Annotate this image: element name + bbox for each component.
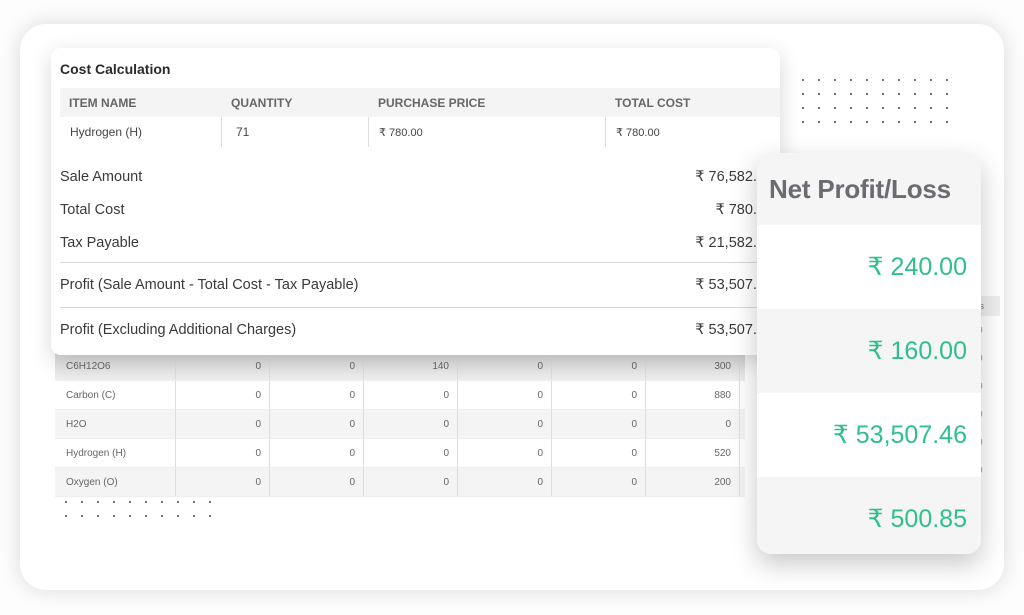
value-cell: 880 bbox=[646, 381, 740, 409]
cost-calculation-popup: Cost Calculation ITEM NAME QUANTITY PURC… bbox=[51, 48, 780, 355]
items-table-header: ITEM NAME QUANTITY PURCHASE PRICE TOTAL … bbox=[60, 88, 780, 117]
summary-row-profit: Profit (Sale Amount - Total Cost - Tax P… bbox=[60, 266, 780, 304]
promo-stage: C6H12O6 0 0 140 0 0 300 Carbon (C) 0 0 0… bbox=[0, 0, 1024, 615]
summary-label: Tax Payable bbox=[60, 234, 139, 251]
decorative-dot-grid-top bbox=[802, 79, 948, 123]
value-cell: 0 bbox=[270, 381, 364, 409]
value-cell: 0 bbox=[176, 439, 270, 467]
value-cell: 0 bbox=[176, 468, 270, 496]
column-header-quantity: QUANTITY bbox=[231, 95, 293, 110]
column-header-total-cost: TOTAL COST bbox=[615, 95, 691, 110]
value-cell: 0 bbox=[458, 439, 552, 467]
net-profit-value: ₹ 240.00 bbox=[757, 225, 981, 309]
summary-row-total-cost: Total Cost ₹ 780.0 bbox=[60, 193, 780, 226]
value-cell: 200 bbox=[646, 468, 740, 496]
value-cell: 0 bbox=[552, 352, 646, 380]
item-name-cell: H2O bbox=[55, 410, 176, 438]
total-cost-cell: ₹ 780.00 bbox=[616, 126, 660, 139]
cost-summary: Sale Amount ₹ 76,582.0 Total Cost ₹ 780.… bbox=[60, 160, 780, 349]
column-header-purchase-price: PURCHASE PRICE bbox=[378, 95, 486, 110]
value-cell: 0 bbox=[458, 381, 552, 409]
net-profit-value: ₹ 500.85 bbox=[757, 477, 981, 554]
net-profit-value: ₹ 53,507.46 bbox=[757, 393, 981, 477]
table-row[interactable]: Oxygen (O) 0 0 0 0 0 200 bbox=[55, 468, 745, 497]
item-name-cell: Hydrogen (H) bbox=[55, 439, 176, 467]
summary-label: Profit (Sale Amount - Total Cost - Tax P… bbox=[60, 277, 359, 293]
purchase-price-cell: ₹ 780.00 bbox=[369, 117, 606, 147]
popup-title: Cost Calculation bbox=[60, 61, 171, 77]
value-cell: 0 bbox=[270, 439, 364, 467]
net-profit-value: ₹ 160.00 bbox=[757, 309, 981, 393]
decorative-dot-grid-bottom bbox=[65, 501, 211, 517]
value-cell: 0 bbox=[364, 468, 458, 496]
divider bbox=[60, 262, 780, 263]
value-cell: 0 bbox=[364, 381, 458, 409]
net-profit-loss-panel: Net Profit/Loss ₹ 240.00 ₹ 160.00 ₹ 53,5… bbox=[757, 153, 981, 554]
value-cell: 0 bbox=[270, 468, 364, 496]
table-row[interactable]: C6H12O6 0 0 140 0 0 300 bbox=[55, 352, 745, 381]
items-table-row[interactable]: Hydrogen (H) 71 ₹ 780.00 ₹ 780.00 bbox=[60, 117, 780, 147]
value-cell: 0 bbox=[270, 352, 364, 380]
item-name-cell: Hydrogen (H) bbox=[60, 117, 222, 147]
table-row[interactable]: H2O 0 0 0 0 0 0 bbox=[55, 410, 745, 439]
quantity-cell: 71 bbox=[222, 117, 369, 147]
value-cell: 0 bbox=[176, 352, 270, 380]
value-cell: 0 bbox=[552, 468, 646, 496]
value-cell: 0 bbox=[458, 468, 552, 496]
value-cell: 0 bbox=[646, 410, 740, 438]
value-cell: 0 bbox=[552, 410, 646, 438]
summary-row-tax-payable: Tax Payable ₹ 21,582.0 bbox=[60, 226, 780, 259]
table-row[interactable]: Carbon (C) 0 0 0 0 0 880 bbox=[55, 381, 745, 410]
value-cell: 0 bbox=[458, 410, 552, 438]
divider bbox=[60, 307, 780, 308]
item-name-cell: C6H12O6 bbox=[55, 352, 176, 380]
value-cell: 300 bbox=[646, 352, 740, 380]
value-cell: 0 bbox=[458, 352, 552, 380]
value-cell: 0 bbox=[270, 410, 364, 438]
value-cell: 0 bbox=[364, 410, 458, 438]
table-row[interactable]: Hydrogen (H) 0 0 0 0 0 520 bbox=[55, 439, 745, 468]
item-name-cell: Carbon (C) bbox=[55, 381, 176, 409]
value-cell: 0 bbox=[176, 381, 270, 409]
summary-row-sale-amount: Sale Amount ₹ 76,582.0 bbox=[60, 160, 780, 193]
summary-row-profit-excluding-charges: Profit (Excluding Additional Charges) ₹ … bbox=[60, 311, 780, 349]
summary-label: Total Cost bbox=[60, 201, 125, 218]
value-cell: 0 bbox=[364, 439, 458, 467]
background-item-table: C6H12O6 0 0 140 0 0 300 Carbon (C) 0 0 0… bbox=[55, 352, 745, 497]
value-cell: 0 bbox=[176, 410, 270, 438]
value-cell: 140 bbox=[364, 352, 458, 380]
summary-label: Sale Amount bbox=[60, 168, 143, 185]
summary-label: Profit (Excluding Additional Charges) bbox=[60, 322, 297, 338]
value-cell: 0 bbox=[552, 381, 646, 409]
value-cell: 520 bbox=[646, 439, 740, 467]
panel-title: Net Profit/Loss bbox=[769, 173, 951, 204]
item-name-cell: Oxygen (O) bbox=[55, 468, 176, 496]
value-cell: 0 bbox=[552, 439, 646, 467]
column-header-item-name: ITEM NAME bbox=[69, 95, 137, 110]
